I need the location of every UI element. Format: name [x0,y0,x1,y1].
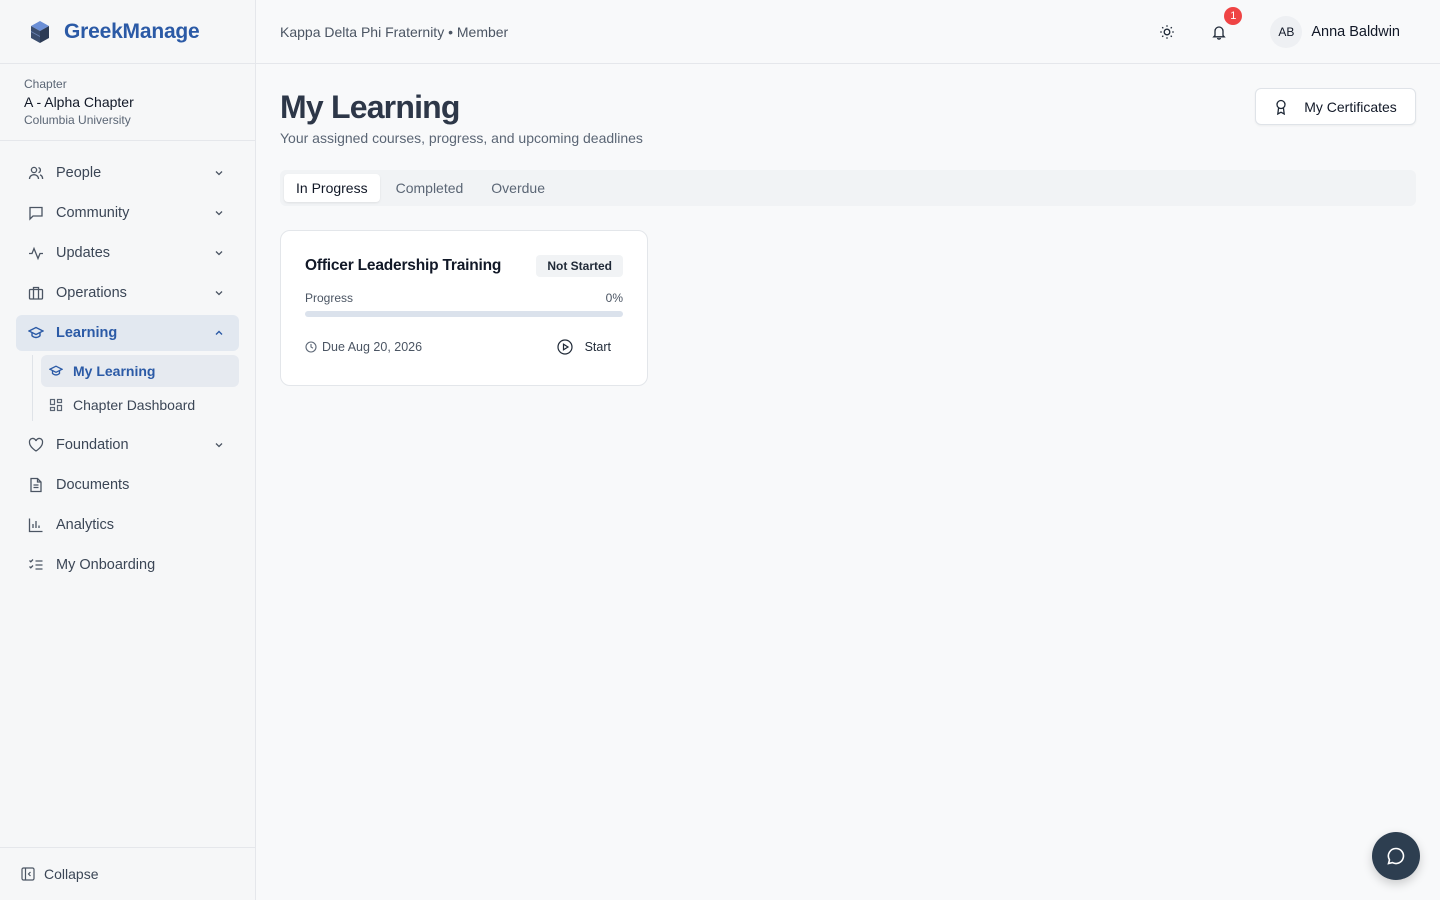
sidebar-item-documents[interactable]: Documents [16,467,239,503]
sidebar-item-label: My Onboarding [56,557,156,573]
heart-icon [28,437,44,453]
sidebar-item-my-onboarding[interactable]: My Onboarding [16,547,239,583]
notification-badge: 1 [1224,7,1243,25]
topbar-actions: 1 AB Anna Baldwin [1151,0,1400,64]
tab-in-progress[interactable]: In Progress [284,174,380,202]
notifications-button[interactable]: 1 [1203,7,1243,48]
course-title: Officer Leadership Training [305,257,502,274]
my-certificates-button[interactable]: My Certificates [1255,88,1416,125]
brand[interactable]: GreekManage [0,0,255,64]
chat-support-button[interactable] [1372,832,1420,880]
document-icon [28,477,44,493]
sidebar-subitem-label: Chapter Dashboard [73,397,196,413]
chevron-down-icon [213,207,225,219]
user-name: Anna Baldwin [1311,24,1400,40]
theme-toggle-button[interactable] [1151,16,1183,48]
chapter-selector[interactable]: Chapter A - Alpha Chapter Columbia Unive… [0,64,255,141]
status-badge: Not Started [536,255,623,277]
due-date-text: Due Aug 20, 2026 [322,340,423,354]
chapter-name: A - Alpha Chapter [24,94,134,110]
bar-chart-icon [28,517,44,533]
grid-icon [49,398,63,412]
sidebar-item-label: Updates [56,245,111,261]
sidebar: GreekManage Chapter A - Alpha Chapter Co… [0,0,256,900]
tab-completed[interactable]: Completed [384,174,476,202]
sidebar-nav: People Community Updates Operations Lear… [0,155,255,583]
course-tabs: In Progress Completed Overdue [280,170,1416,206]
message-icon [1386,846,1406,866]
sidebar-item-foundation[interactable]: Foundation [16,427,239,463]
progress-value: 0% [605,291,623,305]
bell-icon [1211,24,1227,40]
sun-icon [1159,24,1175,40]
sidebar-item-label: Analytics [56,517,115,533]
page-title: My Learning [280,89,460,125]
course-card[interactable]: Officer Leadership Training Not Started … [280,230,648,386]
sidebar-item-operations[interactable]: Operations [16,275,239,311]
people-icon [28,165,44,181]
sidebar-subitem-chapter-dashboard[interactable]: Chapter Dashboard [41,389,239,421]
chapter-university: Columbia University [24,113,131,127]
collapse-button[interactable]: Collapse [0,847,255,900]
sidebar-item-label: Foundation [56,437,129,453]
chapter-label: Chapter [24,77,67,91]
sidebar-item-label: People [56,165,102,181]
sidebar-item-learning[interactable]: Learning [16,315,239,351]
topbar: Kappa Delta Phi Fraternity • Member 1 AB… [256,0,1440,64]
sidebar-item-label: Documents [56,477,130,493]
sidebar-item-analytics[interactable]: Analytics [16,507,239,543]
user-menu[interactable]: AB Anna Baldwin [1270,16,1400,48]
chevron-up-icon [213,327,225,339]
clock-icon [305,341,317,353]
logo-icon [30,20,50,44]
sidebar-item-label: Operations [56,285,127,301]
sidebar-subitem-my-learning[interactable]: My Learning [41,355,239,387]
page-subtitle: Your assigned courses, progress, and upc… [280,130,643,146]
chat-icon [28,205,44,221]
tab-overdue[interactable]: Overdue [479,174,557,202]
chevron-down-icon [213,439,225,451]
award-icon [1274,99,1288,115]
sidebar-item-label: Community [56,205,130,221]
start-button[interactable]: Start [556,339,611,355]
checklist-icon [28,557,44,573]
due-date: Due Aug 20, 2026 [305,340,422,354]
sidebar-item-label: Learning [56,325,118,341]
avatar: AB [1270,16,1303,48]
org-breadcrumb: Kappa Delta Phi Fraternity • Member [280,23,509,40]
brand-name: GreekManage [64,19,200,43]
chevron-down-icon [213,247,225,259]
my-certificates-label: My Certificates [1304,98,1397,115]
building-icon [28,285,44,301]
graduation-cap-icon [49,364,63,378]
sidebar-subitem-label: My Learning [73,363,156,379]
sidebar-item-people[interactable]: People [16,155,239,191]
play-icon [556,339,573,355]
main-content: My Learning Your assigned courses, progr… [280,64,1416,386]
collapse-icon [21,867,35,881]
start-label: Start [584,340,611,354]
learning-subnav: My Learning Chapter Dashboard [32,355,239,421]
progress-label: Progress [305,291,354,305]
chevron-down-icon [213,167,225,179]
sidebar-item-community[interactable]: Community [16,195,239,231]
activity-icon [28,245,44,261]
progress-bar [305,311,623,317]
chevron-down-icon [213,287,225,299]
collapse-label: Collapse [44,866,99,882]
graduation-cap-icon [28,325,44,341]
sidebar-item-updates[interactable]: Updates [16,235,239,271]
